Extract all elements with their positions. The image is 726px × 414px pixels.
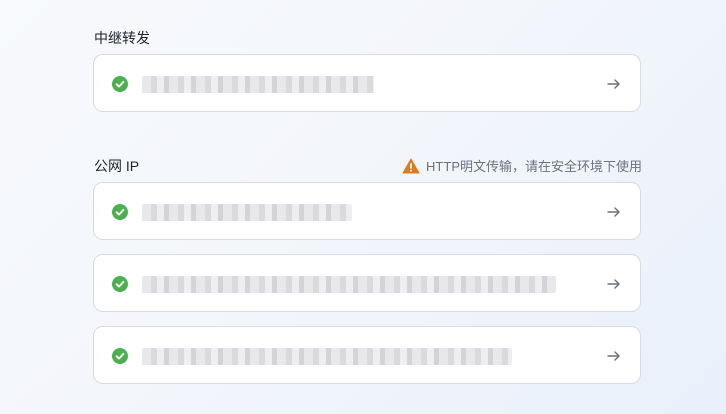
relay-address-card[interactable] — [93, 54, 641, 112]
check-circle-icon — [112, 76, 128, 92]
public-ip-card[interactable] — [93, 326, 641, 384]
redacted-address — [142, 76, 374, 93]
check-circle-icon — [112, 204, 128, 220]
http-warning-text: HTTP明文传输，请在安全环境下使用 — [426, 159, 642, 174]
arrow-right-icon[interactable] — [606, 348, 622, 364]
arrow-right-icon[interactable] — [606, 276, 622, 292]
check-circle-icon — [112, 276, 128, 292]
http-warning: HTTP明文传输，请在安全环境下使用 — [402, 156, 642, 175]
relay-section-title: 中继转发 — [94, 30, 150, 46]
redacted-address — [142, 204, 352, 221]
check-circle-icon — [112, 348, 128, 364]
arrow-right-icon[interactable] — [606, 204, 622, 220]
warning-triangle-icon — [402, 158, 420, 173]
arrow-right-icon[interactable] — [606, 76, 622, 92]
public-ip-card[interactable] — [93, 182, 641, 240]
redacted-address — [142, 348, 512, 365]
public-ip-card[interactable] — [93, 254, 641, 312]
redacted-address — [142, 276, 556, 293]
public-ip-section-title: 公网 IP — [94, 158, 140, 174]
